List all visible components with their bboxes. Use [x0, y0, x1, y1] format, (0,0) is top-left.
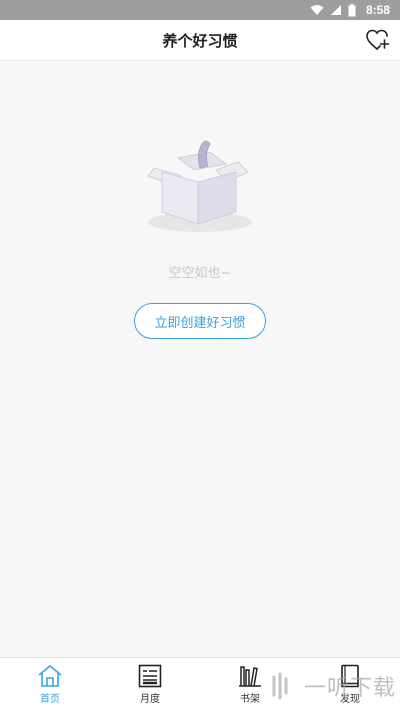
watermark: 一听下载 [268, 670, 396, 702]
home-icon [38, 664, 62, 687]
watermark-logo-icon [272, 672, 288, 700]
nav-item-home[interactable]: 首页 [0, 658, 100, 710]
app-bar: 养个好习惯 [0, 20, 400, 61]
empty-message: 空空如也~ [168, 266, 232, 281]
status-time: 8:58 [365, 3, 390, 17]
watermark-text: 一听下载 [303, 676, 396, 701]
nav-item-monthly[interactable]: 月度 [100, 658, 200, 710]
nav-label-bookshelf: 书架 [240, 693, 260, 705]
wifi-icon [310, 5, 324, 15]
page-title: 养个好习惯 [162, 31, 238, 50]
empty-state: 空空如也~ 立即创建好习惯 [0, 130, 400, 339]
nav-label-home: 首页 [40, 693, 60, 705]
create-habit-button[interactable]: 立即创建好习惯 [134, 303, 266, 339]
signal-icon [330, 5, 341, 15]
empty-box-icon [147, 140, 252, 232]
nav-label-monthly: 月度 [140, 693, 160, 705]
bookshelf-icon [239, 665, 261, 687]
add-favorite-button[interactable] [366, 28, 390, 52]
status-icons: 8:58 [310, 3, 390, 17]
battery-icon [348, 3, 356, 16]
calendar-card-icon [138, 664, 162, 687]
status-bar: 8:58 [0, 0, 400, 20]
heart-plus-icon [366, 29, 390, 50]
